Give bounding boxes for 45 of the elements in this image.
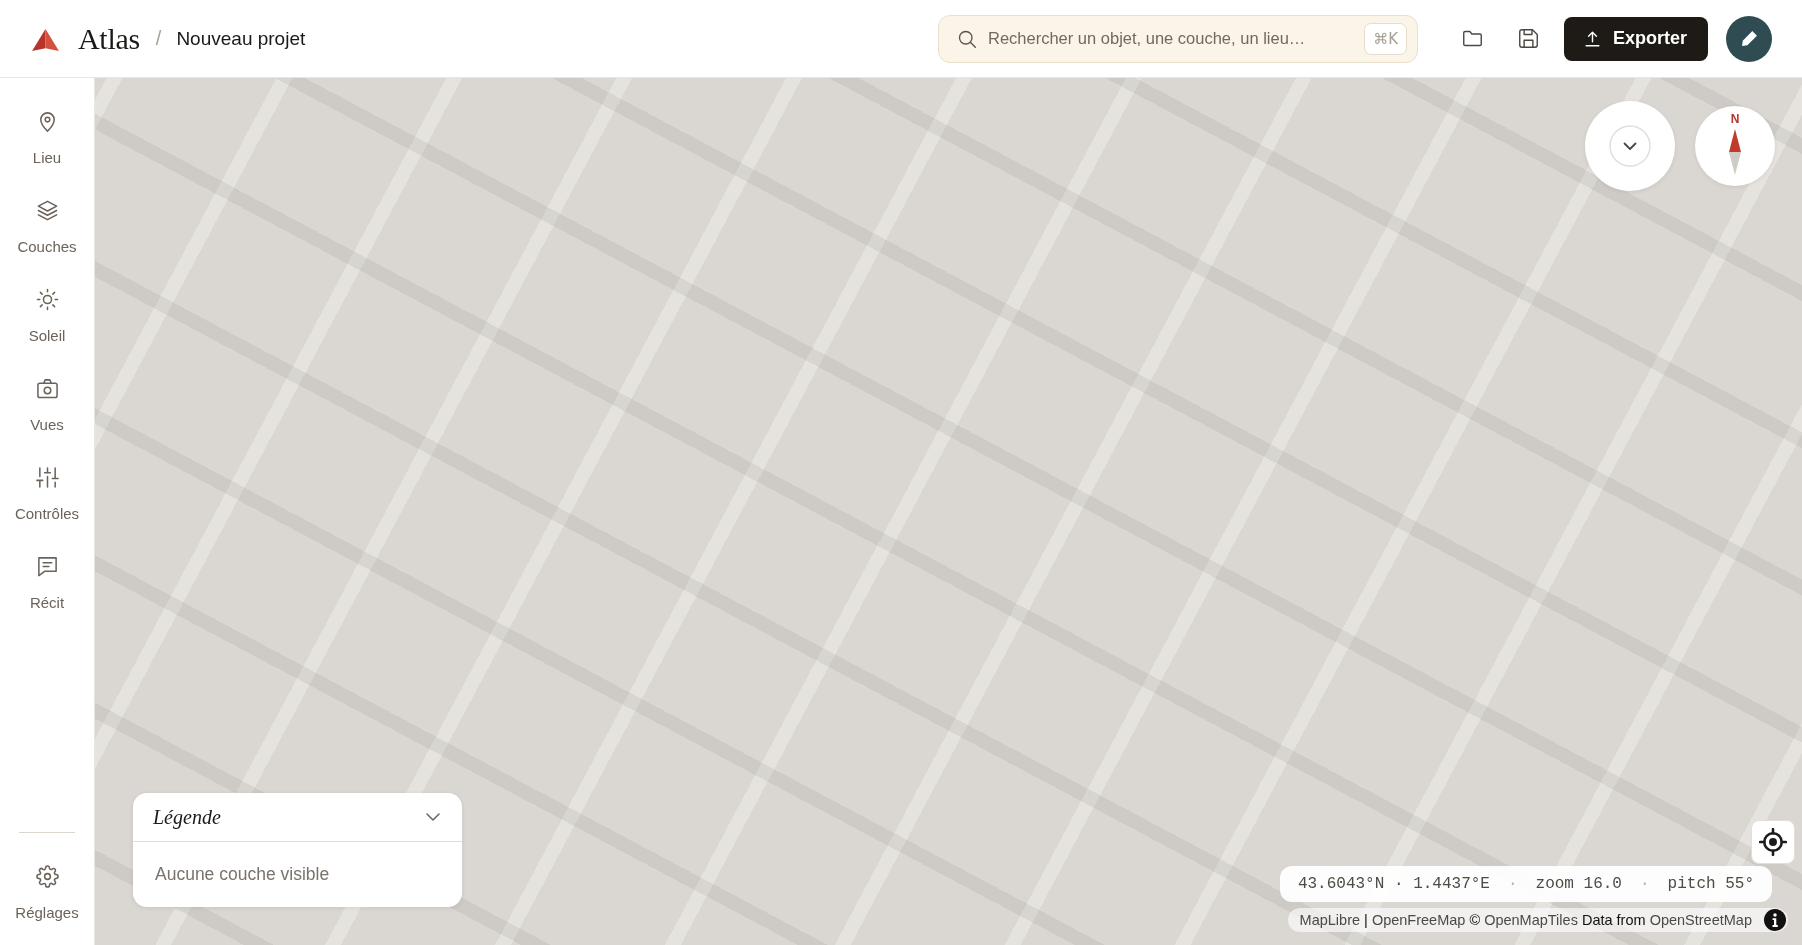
export-button[interactable]: Exporter [1563,16,1708,61]
info-button[interactable] [1764,909,1786,931]
info-icon [1764,909,1786,931]
attribution-link[interactable]: OpenFreeMap [1371,912,1466,928]
triangle-logo-icon [32,29,59,52]
expand-toggle[interactable] [426,813,440,821]
search-icon [956,28,977,49]
sidebar-item[interactable]: Vues [0,365,94,454]
attribution-text: MapLibre | OpenFreeMap © OpenMapTiles Data from OpenStreetMap [1299,912,1752,928]
shortcut-hint: ⌘K [1364,22,1407,55]
sidebar-item[interactable]: Récit [0,543,94,632]
sun-icon [35,288,59,311]
chevron-icon [426,813,440,821]
attribution-link[interactable]: OpenStreetMap [1649,912,1752,928]
legend-title: Légende [153,805,221,829]
speech-bubble-icon [35,555,59,578]
sidebar-item[interactable]: Réglages [0,833,94,945]
readout-value: 43.6043°N · 1.4437°E [1297,875,1490,893]
search-input[interactable]: Rechercher un objet, une couche, un lieu… [987,29,1354,48]
sidebar-item[interactable]: Couches [0,187,94,276]
breadcrumb-separator: / [155,27,162,50]
app-name: Atlas [78,21,140,56]
readout-value: pitch 55° [1667,875,1754,893]
layers-icon [35,199,59,222]
attribution-link[interactable]: MapLibre [1299,912,1361,928]
readout-value: zoom 16.0 [1535,875,1622,893]
sidebar-item[interactable]: Contrôles [0,454,94,543]
locate-button[interactable] [1751,820,1795,864]
edit-button[interactable] [1726,15,1772,62]
separator-dot: · [1507,875,1518,893]
separator-dot: · [1639,875,1650,893]
settings-icon [35,865,59,888]
project-name: Nouveau projet [176,27,306,50]
empty-message: Aucune couche visible [155,864,330,884]
upload-icon [1583,29,1601,48]
folder-icon [1462,28,1484,49]
attribution-link[interactable]: OpenMapTiles [1484,912,1578,928]
sidebar-item[interactable]: Soleil [0,276,94,365]
pencil-icon [1740,30,1758,47]
target-icon [1759,828,1787,856]
sliders-icon [35,466,59,489]
camera-icon [35,377,59,400]
sidebar-item[interactable]: Lieu [0,98,94,187]
compass-button[interactable]: N [1695,106,1775,186]
chevron-icon [1609,125,1651,167]
